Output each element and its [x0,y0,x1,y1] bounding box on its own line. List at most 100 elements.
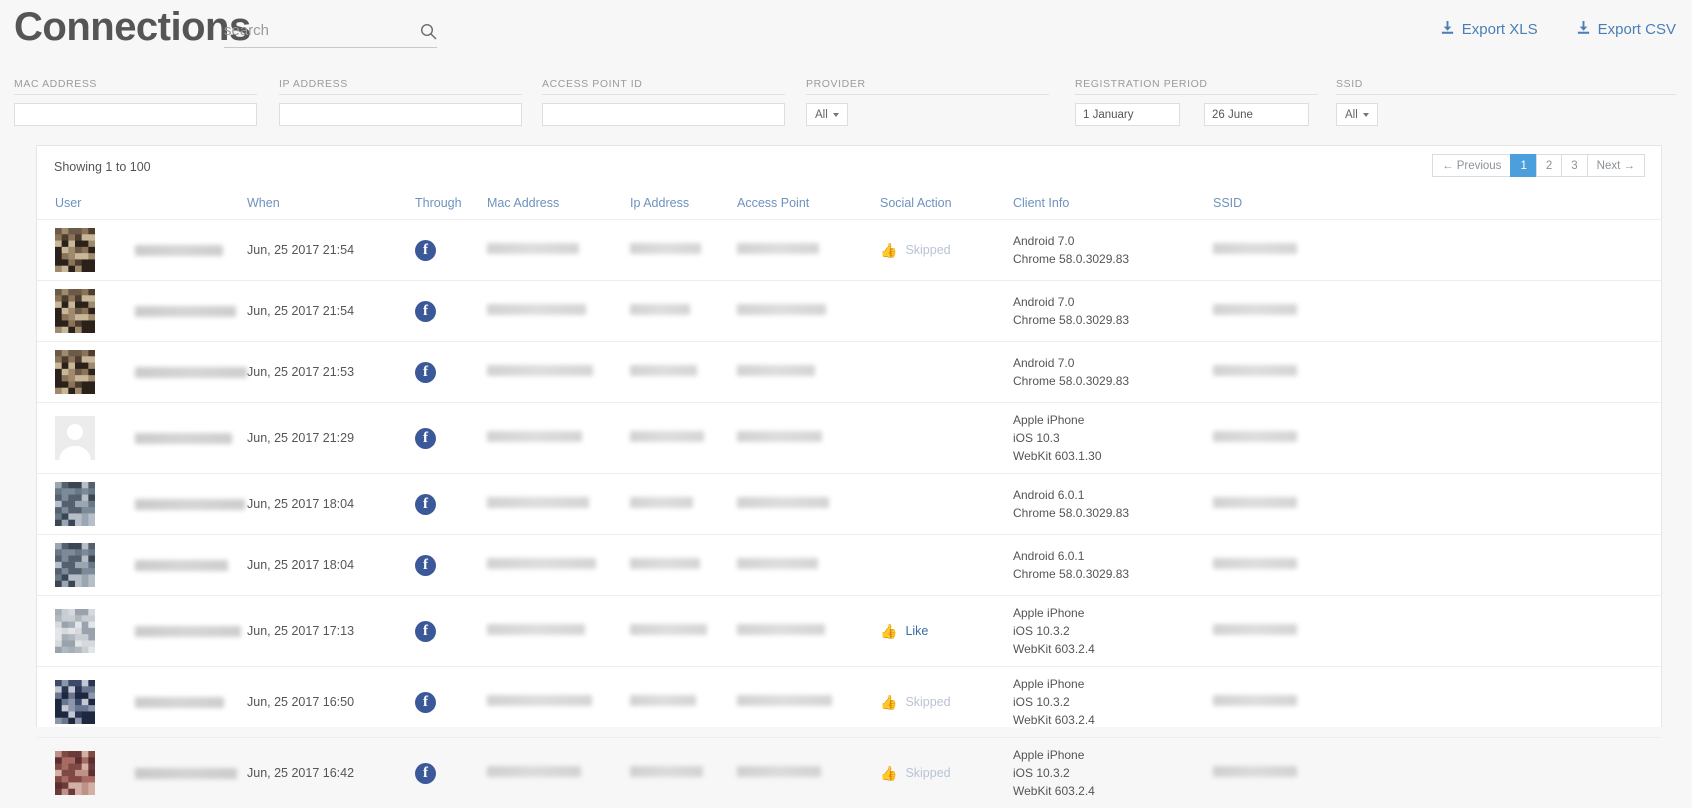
redacted-value [487,624,585,635]
table-row[interactable]: Jun, 25 2017 16:42f👍SkippedApple iPhonei… [37,738,1661,808]
column-header-mac-address[interactable]: Mac Address [487,190,630,220]
status-badge: 👍Like [880,624,1013,638]
client-info-line: Apple iPhone [1013,604,1213,622]
connections-table: User When Through Mac Address Ip Address… [37,190,1661,808]
table-row[interactable]: Jun, 25 2017 21:54fAndroid 7.0Chrome 58.… [37,281,1661,342]
column-header-ip-address[interactable]: Ip Address [630,190,737,220]
redacted-value [737,624,825,635]
ssid-dropdown[interactable]: All [1336,103,1378,126]
chevron-down-icon [833,113,839,117]
pagination-next[interactable]: Next → [1587,154,1645,177]
redacted-value [630,766,703,777]
filter-label: ACCESS POINT ID [542,78,785,95]
column-header-ssid[interactable]: SSID [1213,190,1661,220]
redacted-value [630,497,693,508]
cell-client-info: Android 7.0Chrome 58.0.3029.83 [1013,342,1213,403]
social-action-label: Skipped [905,243,950,257]
status-badge: 👍Skipped [880,766,1013,780]
facebook-icon[interactable]: f [415,362,436,383]
filter-access-point-id: ACCESS POINT ID [542,78,785,126]
cell-through: f [415,474,487,535]
social-action-label: Skipped [905,695,950,709]
client-info-line: iOS 10.3.2 [1013,764,1213,782]
cell-social-action: 👍 Skipped [880,220,1013,281]
cell-mac-address [487,403,630,474]
client-info-line: iOS 10.3.2 [1013,622,1213,640]
column-header-social-action[interactable]: Social Action [880,190,1013,220]
avatar [55,751,95,795]
table-row[interactable]: Jun, 25 2017 17:13f👍LikeApple iPhoneiOS … [37,596,1661,667]
download-icon [1576,20,1591,39]
pagination-page-1[interactable]: 1 [1510,154,1535,177]
filter-label: REGISTRATION PERIOD [1075,78,1318,95]
table-row[interactable]: Jun, 25 2017 18:04fAndroid 6.0.1Chrome 5… [37,535,1661,596]
redacted-value [487,431,582,442]
client-info: Apple iPhoneiOS 10.3.2WebKit 603.2.4 [1013,746,1213,800]
client-info: Android 7.0Chrome 58.0.3029.83 [1013,354,1213,390]
column-header-when[interactable]: When [247,190,415,220]
user-name [135,433,232,444]
client-info-line: Chrome 58.0.3029.83 [1013,565,1213,583]
cell-user [37,596,247,667]
column-header-access-point[interactable]: Access Point [737,190,880,220]
client-info: Apple iPhoneiOS 10.3WebKit 603.1.30 [1013,411,1213,465]
search-input[interactable] [224,22,404,43]
registration-to-input[interactable] [1204,103,1309,126]
cell-when: Jun, 25 2017 21:53 [247,342,415,403]
facebook-icon[interactable]: f [415,494,436,515]
facebook-icon[interactable]: f [415,621,436,642]
cell-mac-address [487,281,630,342]
cell-mac-address [487,596,630,667]
thumbs-up-icon: 👍 [880,243,897,257]
chevron-down-icon [1363,113,1369,117]
cell-social-action [880,474,1013,535]
ssid-value: All [1345,109,1358,121]
cell-social-action [880,535,1013,596]
table-row[interactable]: Jun, 25 2017 21:53f Android 7.0Chrome 58.… [37,342,1661,403]
facebook-icon[interactable]: f [415,763,436,784]
user-name [135,306,236,317]
mac-address-input[interactable] [14,103,257,126]
showing-count: Showing 1 to 100 [54,160,151,174]
cell-client-info: Apple iPhoneiOS 10.3.2WebKit 603.2.4 [1013,596,1213,667]
cell-ssid [1213,342,1661,403]
column-header-through[interactable]: Through [415,190,487,220]
redacted-value [737,243,819,254]
export-xls-button[interactable]: Export XLS [1440,20,1538,39]
table-row[interactable]: Jun, 25 2017 21:54f👍SkippedAndroid 7.0Ch… [37,220,1661,281]
connections-panel: Showing 1 to 100 ← Previous 1 2 3 Next →… [36,145,1662,727]
redacted-value [737,766,821,777]
redacted-value [737,558,818,569]
thumbs-up-icon: 👍 [880,766,897,780]
cell-mac-address [487,738,630,808]
facebook-icon[interactable]: f [415,428,436,449]
registration-from-input[interactable] [1075,103,1180,126]
access-point-id-input[interactable] [542,103,785,126]
search-box[interactable] [224,22,437,48]
cell-user [37,474,247,535]
filter-ssid: SSID All [1336,78,1676,126]
pagination-page-2[interactable]: 2 [1536,154,1561,177]
provider-dropdown[interactable]: All [806,103,848,126]
cell-social-action: 👍Like [880,596,1013,667]
column-header-user[interactable]: User [37,190,247,220]
redacted-value [1213,766,1297,777]
cell-through: f [415,596,487,667]
client-info-line: Apple iPhone [1013,746,1213,764]
cell-ip-address [630,281,737,342]
table-row[interactable]: Jun, 25 2017 18:04fAndroid 6.0.1Chrome 5… [37,474,1661,535]
facebook-icon[interactable]: f [415,692,436,713]
search-icon[interactable] [420,23,437,45]
facebook-icon[interactable]: f [415,301,436,322]
export-csv-button[interactable]: Export CSV [1576,20,1676,39]
pagination-previous[interactable]: ← Previous [1432,154,1510,177]
redacted-value [1213,365,1297,376]
facebook-icon[interactable]: f [415,240,436,261]
facebook-icon[interactable]: f [415,555,436,576]
cell-ip-address [630,535,737,596]
ip-address-input[interactable] [279,103,522,126]
pagination-page-3[interactable]: 3 [1561,154,1586,177]
table-row[interactable]: Jun, 25 2017 21:29fApple iPhoneiOS 10.3W… [37,403,1661,474]
column-header-client-info[interactable]: Client Info [1013,190,1213,220]
client-info-line: Android 7.0 [1013,232,1213,250]
